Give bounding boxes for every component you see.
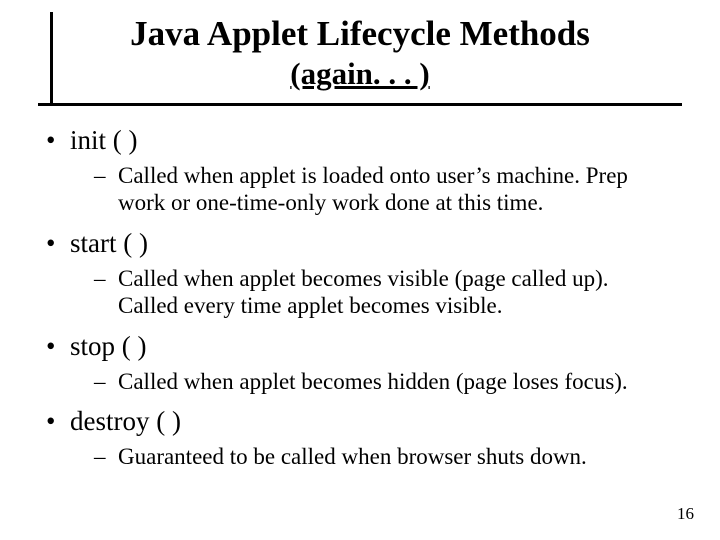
title-block: Java Applet Lifecycle Methods (again. . … xyxy=(38,14,682,92)
slide-subtitle: (again. . . ) xyxy=(38,56,682,92)
slide-title: Java Applet Lifecycle Methods xyxy=(38,14,682,54)
bullet-stop: stop ( ) xyxy=(40,330,672,364)
bullet-destroy-detail: Guaranteed to be called when browser shu… xyxy=(40,443,672,471)
page-number: 16 xyxy=(677,504,694,524)
bullet-stop-detail: Called when applet becomes hidden (page … xyxy=(40,368,672,396)
title-rule-horizontal xyxy=(38,103,682,106)
bullet-start: start ( ) xyxy=(40,227,672,261)
bullet-start-detail: Called when applet becomes visible (page… xyxy=(40,265,672,320)
bullet-init: init ( ) xyxy=(40,124,672,158)
bullet-destroy: destroy ( ) xyxy=(40,405,672,439)
bullet-init-detail: Called when applet is loaded onto user’s… xyxy=(40,162,672,217)
slide: Java Applet Lifecycle Methods (again. . … xyxy=(0,0,720,540)
content-area: init ( ) Called when applet is loaded on… xyxy=(40,122,672,481)
